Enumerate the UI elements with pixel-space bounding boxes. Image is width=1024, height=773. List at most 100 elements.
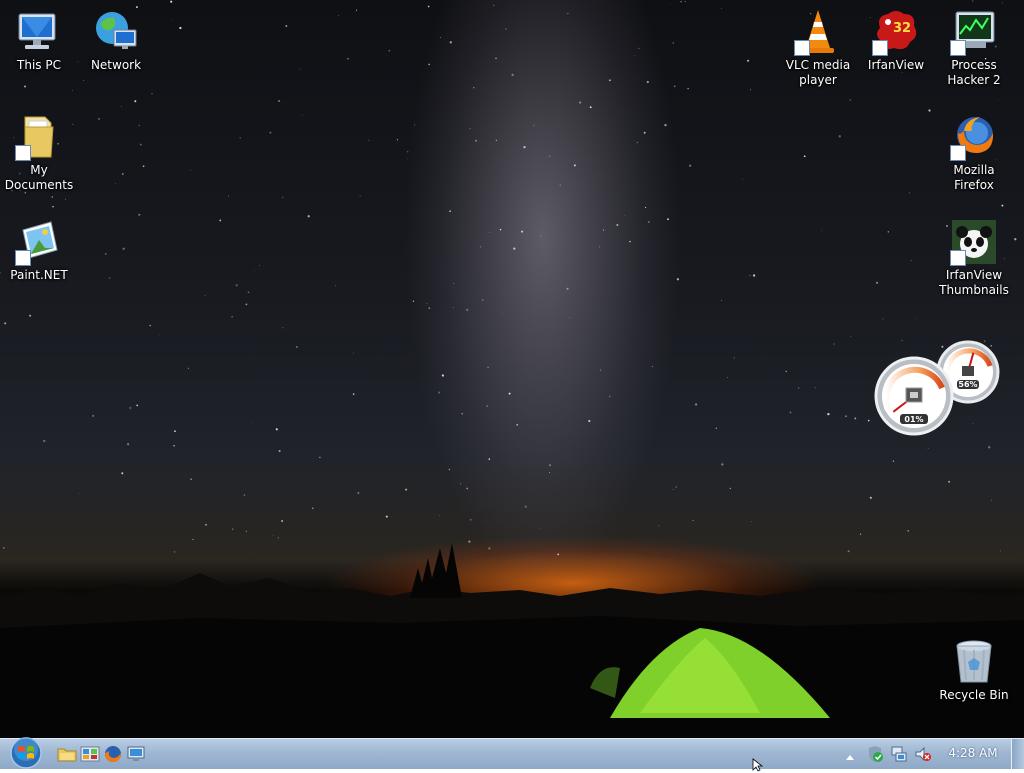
star [319,456,321,459]
tray-volume[interactable] [914,745,932,763]
star [453,307,455,309]
taskbar-file-explorer[interactable] [57,744,77,764]
star [721,299,722,301]
documents-folder-icon [15,113,63,161]
desktop-icon-irfanview-thumbnails[interactable]: IrfanView Thumbnails [936,218,1012,298]
star [438,391,441,394]
taskbar-remote-desktop[interactable] [126,744,146,764]
star [245,530,247,532]
system-clock[interactable]: 4:28 AM [942,746,1004,760]
tray-network[interactable] [890,745,908,763]
star [428,307,431,310]
file-explorer-icon [57,748,77,762]
irfanview-icon: 32 [872,8,920,56]
star [927,448,929,449]
star [278,99,281,103]
star [352,393,355,395]
desktop-icon-vlc-media-player[interactable]: VLC media player [780,8,856,88]
star [120,105,122,107]
star [721,463,724,466]
desktop-icon-network[interactable]: Network [78,8,154,73]
star [285,25,288,27]
tray-security[interactable] [866,745,884,763]
star [406,158,408,160]
star [278,449,281,453]
star [142,165,145,168]
star [749,275,751,277]
star [876,281,879,284]
desktop-icon-this-pc[interactable]: This PC [1,8,77,73]
star [205,523,207,526]
star [473,86,475,89]
taskbar-firefox[interactable] [103,744,123,764]
mouse-cursor-icon [752,758,764,772]
star [624,214,626,216]
desktop-icon-paint-net[interactable]: Paint.NET [1,218,77,283]
star [566,287,569,290]
star [658,525,660,527]
cpu-meter-gadget[interactable]: 56% 01% [872,340,1002,440]
star [692,519,694,521]
star [109,277,111,279]
star [588,419,591,423]
desktop-icon-recycle-bin[interactable]: Recycle Bin [936,638,1012,703]
taskbar-control-panel[interactable] [80,744,100,764]
star [138,213,141,216]
star [405,488,408,491]
star [282,196,284,199]
star [887,231,889,233]
star [747,59,750,62]
star [676,278,680,281]
star [83,80,85,82]
desktop-icon-my-documents[interactable]: My Documents [1,113,77,193]
irfanview-thumbnails-icon [950,218,998,266]
star [909,192,911,194]
star [928,109,931,112]
star [907,530,909,532]
desktop-background[interactable]: This PC Network My Documents Paint.NET V… [0,0,1024,738]
star [466,487,469,490]
star [821,230,823,232]
star [513,247,516,250]
star [122,173,124,175]
star [126,443,130,446]
star [52,205,54,208]
star [245,303,248,306]
star [672,42,674,44]
cpu-gauge: 01% [874,356,954,436]
irfanview-badge-label: 32 [893,21,911,36]
desktop-icon-mozilla-firefox[interactable]: Mozilla Firefox [936,113,1012,193]
shortcut-arrow-icon [15,250,31,266]
star [487,366,489,369]
star [406,150,409,153]
desktop-icon-irfanview[interactable]: 32 IrfanView [858,8,934,73]
star [204,294,206,297]
star [972,0,974,2]
star [469,518,472,521]
star [78,493,80,494]
show-hidden-icons-button[interactable] [845,748,855,760]
star [499,228,502,231]
star [439,37,441,38]
star [505,28,507,30]
star [427,5,430,8]
star [569,317,571,319]
star [426,302,428,304]
desktop-icon-process-hacker-2[interactable]: Process Hacker 2 [936,8,1012,88]
start-button[interactable] [8,737,44,769]
star [231,315,233,318]
star [833,343,835,345]
star [845,415,847,417]
star [524,505,527,508]
shortcut-arrow-icon [794,40,810,56]
star [849,99,851,101]
firefox-icon [105,746,121,762]
star [122,247,125,250]
star [672,488,674,490]
show-desktop-button[interactable] [1011,739,1024,769]
desktop-icon-label: IrfanView [867,58,925,72]
star [428,63,430,66]
star [803,155,806,158]
star [259,265,260,266]
star [272,535,274,536]
